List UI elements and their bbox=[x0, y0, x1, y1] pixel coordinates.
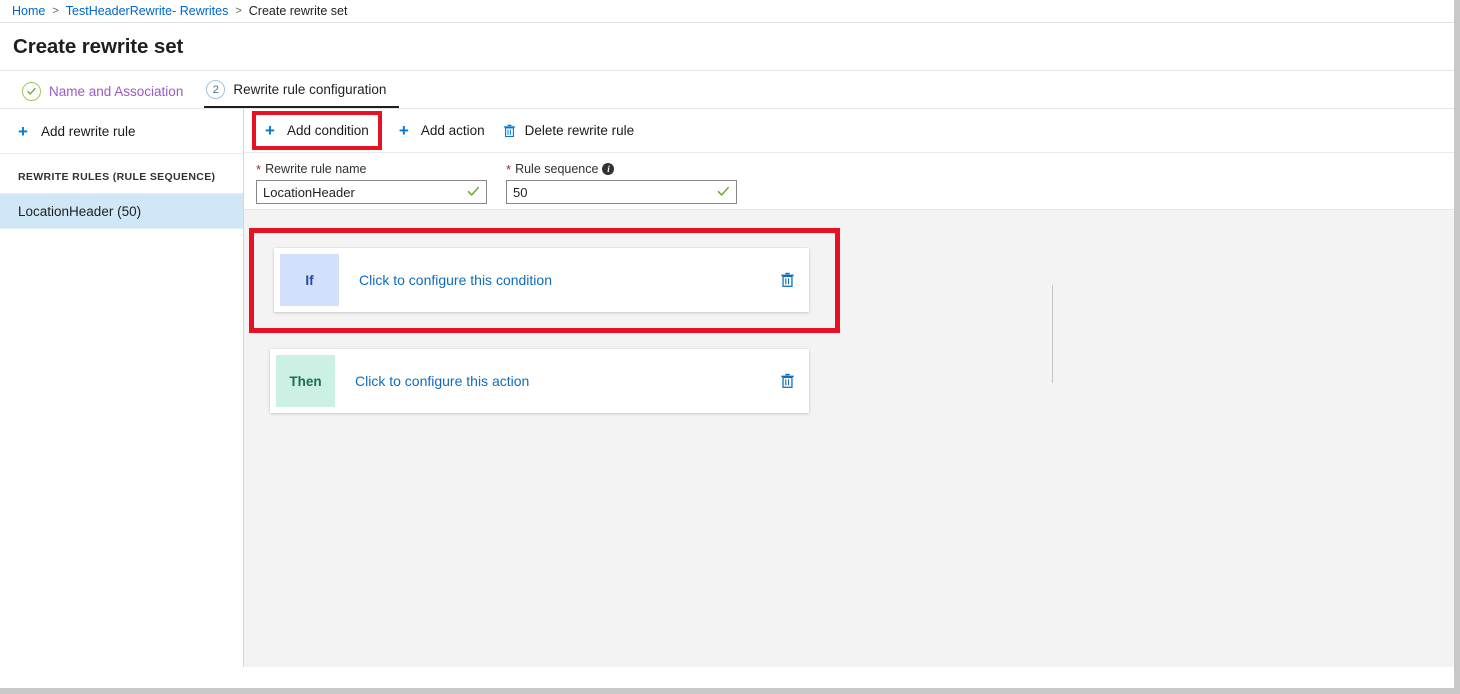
add-rewrite-rule-label: Add rewrite rule bbox=[41, 124, 136, 139]
rule-sequence-field: * Rule sequence i bbox=[506, 161, 737, 209]
azure-portal-blade: Home > TestHeaderRewrite- Rewrites > Cre… bbox=[0, 0, 1460, 694]
rules-sidebar: + Add rewrite rule REWRITE RULES (RULE S… bbox=[0, 109, 244, 667]
breadcrumb: Home > TestHeaderRewrite- Rewrites > Cre… bbox=[0, 0, 1454, 23]
condition-card[interactable]: If Click to configure this condition bbox=[274, 248, 809, 312]
tab-rewrite-rule-configuration[interactable]: 2 Rewrite rule configuration bbox=[204, 80, 399, 108]
rule-toolbar: + Add condition + Add action bbox=[244, 109, 1454, 153]
plus-icon: + bbox=[399, 122, 413, 139]
if-badge: If bbox=[280, 254, 339, 306]
required-marker: * bbox=[506, 163, 511, 176]
list-item-label: LocationHeader (50) bbox=[18, 204, 141, 219]
delete-rewrite-rule-button[interactable]: Delete rewrite rule bbox=[494, 118, 644, 143]
then-badge: Then bbox=[276, 355, 335, 407]
delete-condition-icon[interactable] bbox=[780, 272, 795, 288]
rule-form: * Rewrite rule name * Rule sequence bbox=[244, 153, 1454, 210]
title-bar: Create rewrite set bbox=[0, 23, 1454, 71]
breadcrumb-separator: > bbox=[52, 5, 58, 17]
tab-label: Rewrite rule configuration bbox=[233, 82, 386, 97]
configure-action-link[interactable]: Click to configure this action bbox=[335, 373, 780, 389]
rule-sequence-input[interactable] bbox=[507, 181, 736, 203]
rule-sequence-label: * Rule sequence i bbox=[506, 161, 737, 177]
add-action-label: Add action bbox=[421, 123, 485, 138]
field-label-text: Rewrite rule name bbox=[265, 162, 366, 176]
add-action-button[interactable]: + Add action bbox=[390, 117, 494, 144]
rewrite-rule-name-input-wrap bbox=[256, 180, 487, 204]
plus-icon: + bbox=[18, 123, 32, 140]
rules-section-header: REWRITE RULES (RULE SEQUENCE) bbox=[0, 154, 243, 193]
add-rewrite-rule-button[interactable]: + Add rewrite rule bbox=[0, 109, 243, 154]
add-condition-label: Add condition bbox=[287, 123, 369, 138]
rules-canvas: If Click to configure this condition T bbox=[244, 210, 1454, 667]
rewrite-rule-name-label: * Rewrite rule name bbox=[256, 161, 487, 177]
field-label-text: Rule sequence bbox=[515, 162, 598, 176]
breadcrumb-item-home[interactable]: Home bbox=[12, 4, 45, 18]
required-marker: * bbox=[256, 163, 261, 176]
action-card[interactable]: Then Click to configure this action bbox=[270, 349, 809, 413]
rewrite-rule-name-input[interactable] bbox=[257, 181, 486, 203]
content-split: + Add rewrite rule REWRITE RULES (RULE S… bbox=[0, 109, 1454, 667]
check-icon bbox=[22, 82, 41, 101]
add-condition-button[interactable]: + Add condition bbox=[256, 115, 378, 146]
delete-rewrite-rule-label: Delete rewrite rule bbox=[525, 123, 635, 138]
plus-icon: + bbox=[265, 122, 279, 139]
delete-action-icon[interactable] bbox=[780, 373, 795, 389]
rule-editor-pane: + Add condition + Add action bbox=[244, 109, 1454, 667]
trash-icon bbox=[503, 124, 517, 138]
info-icon[interactable]: i bbox=[602, 163, 614, 175]
tab-label: Name and Association bbox=[49, 84, 183, 99]
tab-name-and-association[interactable]: Name and Association bbox=[20, 82, 192, 108]
breadcrumb-item-rewrites[interactable]: TestHeaderRewrite- Rewrites bbox=[66, 4, 229, 18]
rewrite-rule-name-field: * Rewrite rule name bbox=[256, 161, 487, 209]
breadcrumb-separator: > bbox=[235, 5, 241, 17]
configure-condition-link[interactable]: Click to configure this condition bbox=[339, 272, 780, 288]
sidebar-item-locationheader[interactable]: LocationHeader (50) bbox=[0, 193, 243, 229]
page-title: Create rewrite set bbox=[13, 35, 183, 59]
card-connector-line bbox=[1052, 285, 1053, 383]
rule-sequence-input-wrap bbox=[506, 180, 737, 204]
step-number-badge: 2 bbox=[206, 80, 225, 99]
wizard-steps: Name and Association 2 Rewrite rule conf… bbox=[0, 71, 1454, 109]
breadcrumb-item-current: Create rewrite set bbox=[249, 4, 348, 18]
